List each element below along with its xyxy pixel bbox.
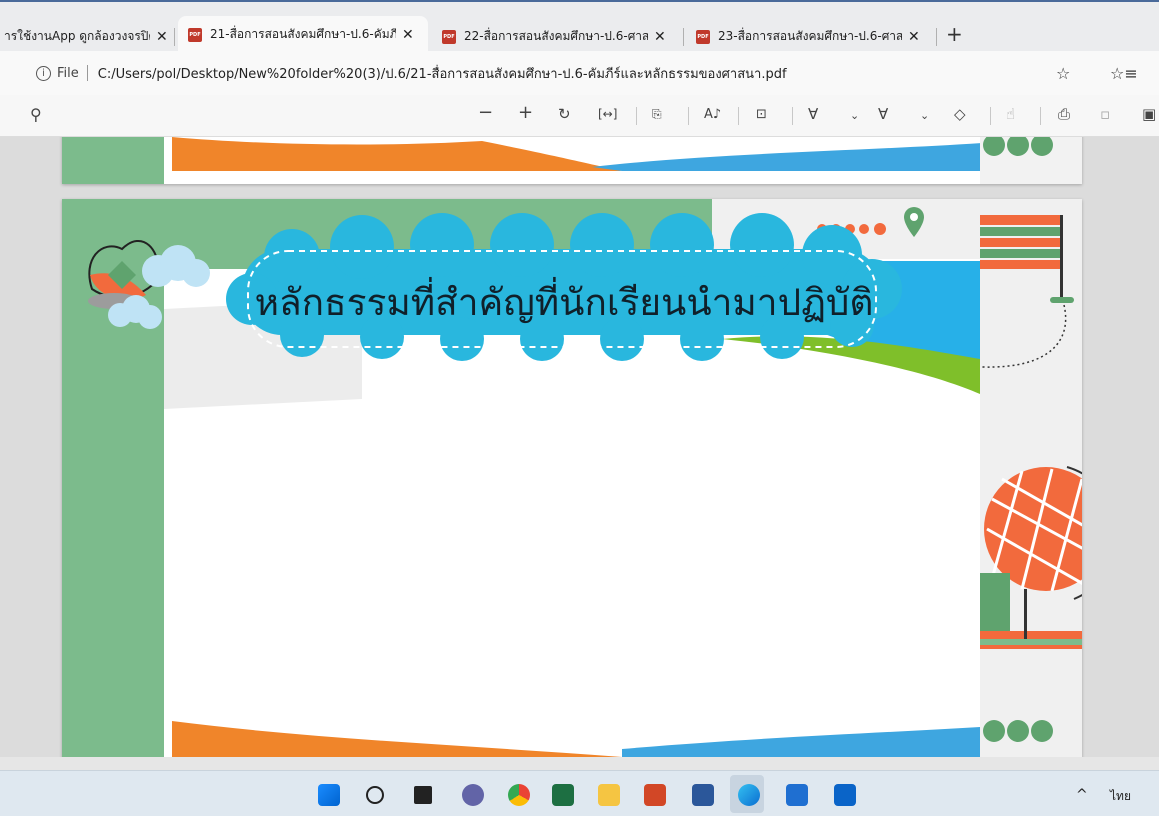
tab-title: ารใช้งานApp ดูกล้องวงจรปิด: [4, 29, 150, 43]
page-view-icon[interactable]: ⎘: [652, 107, 662, 122]
slide-title: หลักธรรมที่สำคัญที่นักเรียนนำมาปฏิบัติ: [254, 281, 874, 324]
pdf-page-current: หลักธรรมที่สำคัญที่นักเรียนนำมาปฏิบัติ: [62, 199, 1082, 763]
task-view-icon[interactable]: [414, 786, 432, 804]
pdf-toolbar: ⚲ − + ↻ [↔] ⎘ A♪ ⊡ ∀ ⌄ ∀ ⌄ ◇ ☝ ⎙ ▫ ▣: [0, 95, 1159, 137]
close-icon[interactable]: ✕: [654, 29, 666, 45]
tab-title: 22-สื่อการสอนสังคมศึกษา-ป.6-ศาสน: [464, 29, 648, 43]
text-box-icon[interactable]: ⊡: [756, 107, 767, 122]
scheme-label: File: [57, 65, 79, 81]
excel-icon[interactable]: [552, 784, 574, 806]
tab-divider: [174, 28, 175, 46]
chevron-up-icon[interactable]: ^: [1076, 787, 1088, 803]
close-icon[interactable]: ✕: [402, 27, 414, 43]
tab-divider: [936, 28, 937, 46]
close-icon[interactable]: ✕: [908, 29, 920, 45]
pdf-icon: PDF: [188, 27, 202, 42]
pdf-viewer[interactable]: หลักธรรมที่สำคัญที่นักเรียนนำมาปฏิบัติ: [0, 137, 1159, 763]
taskbar: ^ ไทย: [0, 770, 1159, 816]
divider: [792, 107, 793, 125]
print-icon[interactable]: ⎙: [1058, 105, 1070, 123]
mail-icon[interactable]: [834, 784, 856, 806]
tab-bar: ารใช้งานApp ดูกล้องวงจรปิด ✕ PDF 21-สื่อ…: [0, 0, 1159, 53]
eraser-icon[interactable]: ◇: [954, 105, 966, 123]
search-icon[interactable]: ⚲: [30, 105, 42, 124]
zoom-in-icon[interactable]: +: [518, 102, 533, 123]
tab-1[interactable]: PDF 21-สื่อการสอนสังคมศึกษา-ป.6-คัมภีร์ …: [178, 16, 428, 53]
search-icon[interactable]: [366, 786, 384, 804]
divider: [636, 107, 637, 125]
address-field[interactable]: i File C:/Users/pol/Desktop/New%20folder…: [22, 57, 1042, 89]
tab-divider: [683, 28, 684, 46]
highlight-icon[interactable]: ∀: [878, 105, 888, 123]
tab-2[interactable]: PDF 22-สื่อการสอนสังคมศึกษา-ป.6-ศาสน ✕: [432, 20, 680, 53]
chrome-icon[interactable]: [508, 784, 530, 806]
chevron-down-icon[interactable]: ⌄: [920, 109, 929, 122]
divider: [1040, 107, 1041, 125]
divider: [738, 107, 739, 125]
zoom-out-icon[interactable]: −: [478, 102, 493, 123]
windows-start-icon[interactable]: [318, 784, 340, 806]
divider: [688, 107, 689, 125]
address-bar: i File C:/Users/pol/Desktop/New%20folder…: [0, 51, 1159, 95]
file-explorer-icon[interactable]: [598, 784, 620, 806]
tab-title: 21-สื่อการสอนสังคมศึกษา-ป.6-คัมภีร์: [210, 27, 396, 41]
add-favorite-icon[interactable]: ☆: [1056, 64, 1070, 83]
tab-0[interactable]: ารใช้งานApp ดูกล้องวงจรปิด ✕: [0, 20, 172, 53]
edge-icon[interactable]: [738, 784, 760, 806]
pdf-icon: PDF: [696, 29, 710, 44]
pdf-page-previous: [62, 137, 1082, 184]
save-as-icon[interactable]: ▣: [1142, 105, 1156, 123]
word-icon[interactable]: [692, 784, 714, 806]
favorites-icon[interactable]: ☆≡: [1110, 64, 1138, 83]
rotate-icon[interactable]: ↻: [558, 105, 571, 123]
divider: [86, 65, 88, 81]
info-icon[interactable]: i: [36, 65, 51, 81]
divider: [990, 107, 991, 125]
pdf-icon: PDF: [442, 29, 456, 44]
status-strip: [0, 757, 1159, 770]
chat-icon[interactable]: [462, 784, 484, 806]
chevron-down-icon[interactable]: ⌄: [850, 109, 859, 122]
read-aloud-icon[interactable]: A♪: [704, 107, 721, 122]
tab-title: 23-สื่อการสอนสังคมศึกษา-ป.6-ศาสน: [718, 29, 902, 43]
tab-3[interactable]: PDF 23-สื่อการสอนสังคมศึกษา-ป.6-ศาสน ✕: [686, 20, 934, 53]
url-text[interactable]: C:/Users/pol/Desktop/New%20folder%20(3)/…: [98, 63, 787, 84]
draw-icon[interactable]: ∀: [808, 105, 818, 123]
slide-decoration: [62, 137, 1082, 184]
new-tab-button[interactable]: +: [946, 22, 963, 46]
close-icon[interactable]: ✕: [156, 29, 168, 45]
save-icon[interactable]: ▫: [1100, 105, 1110, 123]
powerpoint-icon[interactable]: [644, 784, 666, 806]
store-icon[interactable]: [786, 784, 808, 806]
touch-icon[interactable]: ☝: [1006, 105, 1015, 123]
fit-page-icon[interactable]: [↔]: [598, 107, 617, 121]
language-indicator[interactable]: ไทย: [1110, 787, 1131, 806]
